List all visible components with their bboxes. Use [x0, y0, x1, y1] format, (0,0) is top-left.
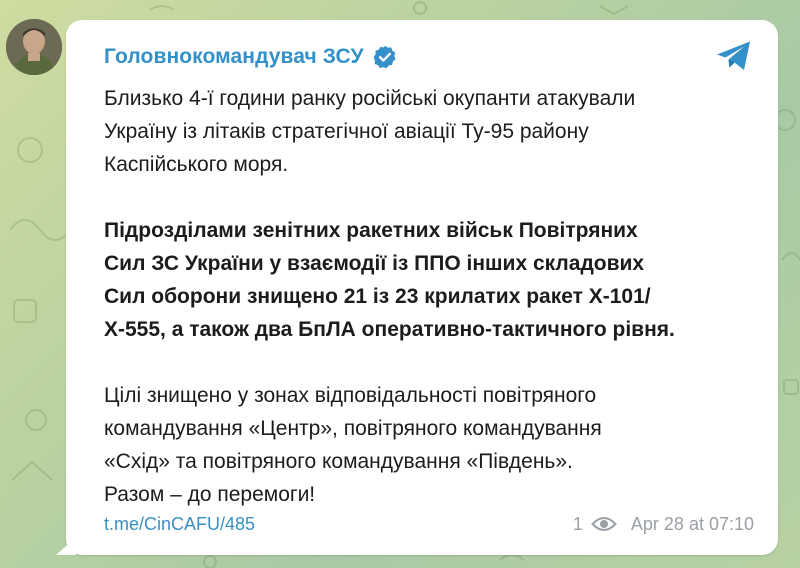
- text-line: Україну із літаків стратегічної авіації …: [104, 120, 589, 143]
- text-line: Каспійського моря.: [104, 153, 289, 176]
- text-line: Підрозділами зенітних ракетних військ По…: [104, 219, 638, 242]
- view-count: 1: [572, 513, 583, 534]
- channel-name[interactable]: Головнокомандувач ЗСУ: [104, 45, 364, 69]
- paragraph-targets: Цілі знищено у зонах відповідальності по…: [104, 379, 764, 511]
- message-timestamp: Apr 28 at 07:10: [630, 513, 754, 534]
- message-footer: t.me/CinCAFU/485 1 Apr 28 at 07:10: [104, 510, 754, 538]
- post-link[interactable]: t.me/CinCAFU/485: [104, 514, 255, 535]
- telegram-share-icon[interactable]: [714, 38, 754, 74]
- paragraph-destroyed: Підрозділами зенітних ракетних військ По…: [104, 214, 764, 346]
- text-line: командування «Центр», повітряного команд…: [104, 417, 602, 440]
- channel-avatar[interactable]: [6, 19, 62, 75]
- paragraph-attack: Близько 4-ї години ранку російські окупа…: [104, 82, 764, 181]
- text-line: Сил ЗС України у взаємодії із ППО інших …: [104, 252, 645, 275]
- text-line: Сил оборони знищено 21 із 23 крилатих ра…: [104, 285, 651, 308]
- avatar-image: [6, 19, 62, 75]
- verified-badge-icon: [373, 45, 396, 69]
- text-line: Близько 4-ї години ранку російські окупа…: [104, 87, 636, 110]
- text-line: Х-555, а також два БпЛА оперативно-такти…: [104, 318, 675, 341]
- eye-icon: [591, 517, 617, 531]
- text-line: «Схід» та повітряного командування «Півд…: [104, 450, 573, 473]
- text-line: Разом – до перемоги!: [104, 483, 316, 506]
- text-line: Цілі знищено у зонах відповідальності по…: [104, 384, 597, 407]
- message-meta: 1 Apr 28 at 07:10: [573, 514, 754, 535]
- message-bubble: Головнокомандувач ЗСУ Близько 4-ї години…: [66, 20, 778, 555]
- message-text: Близько 4-ї години ранку російські окупа…: [104, 82, 764, 511]
- message-header: Головнокомандувач ЗСУ: [104, 42, 398, 72]
